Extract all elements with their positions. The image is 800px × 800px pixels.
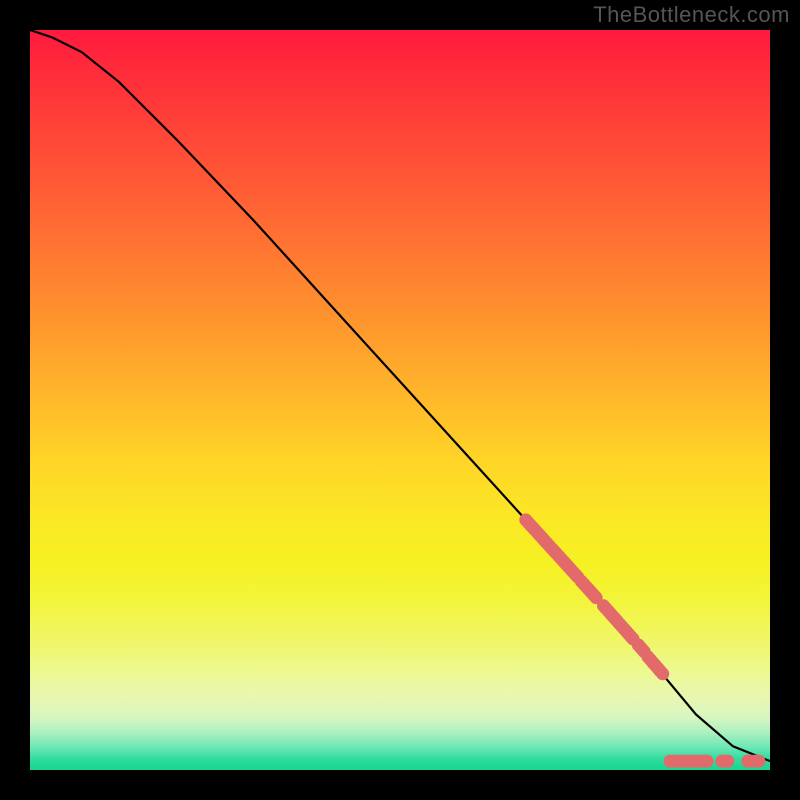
chart-frame: TheBottleneck.com [0,0,800,800]
watermark-text: TheBottleneck.com [593,2,790,28]
chart-overlay [30,30,770,770]
curve-line [30,30,770,761]
highlight-dot [701,755,714,768]
highlight-dot [656,667,669,680]
plot-area [30,30,770,770]
highlight-points-group [519,513,765,767]
highlight-dot [752,755,765,768]
highlight-dot [721,755,734,768]
